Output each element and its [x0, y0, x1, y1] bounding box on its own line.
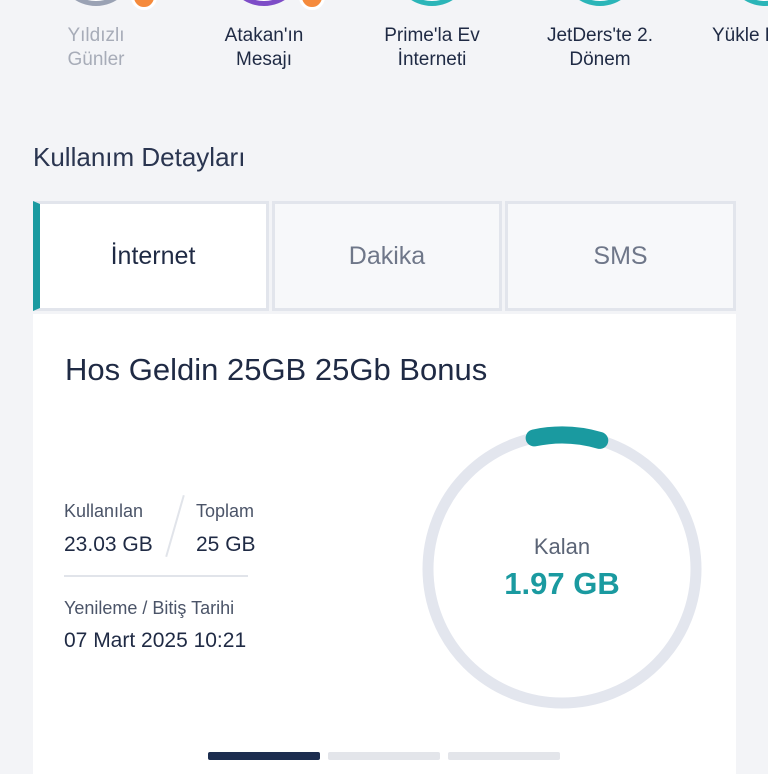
story-label: JetDers'te 2. Dönem	[546, 25, 654, 70]
renewal-label: Yenileme / Bitiş Tarihi	[64, 598, 235, 618]
story-avatar-ring	[561, 0, 639, 6]
remaining-value: 1.97 GB	[504, 566, 620, 601]
tab-internet[interactable]: İnternet	[33, 201, 269, 311]
tab-label: SMS	[593, 241, 648, 270]
story-label: Prime'la Ev İnterneti	[384, 25, 480, 70]
used-label: Kullanılan	[64, 501, 144, 521]
total-label: Toplam	[196, 501, 255, 521]
story-label: Yükle K	[712, 25, 768, 46]
story-avatar-ring	[393, 0, 471, 6]
stories-row: Yıldızlı Günler Atakan'ın Mesajı Prime'l…	[0, 0, 768, 80]
tab-sms[interactable]: SMS	[505, 201, 736, 311]
story-avatar-ring	[225, 0, 303, 6]
usage-tabs: İnternet Dakika SMS	[33, 201, 736, 313]
total-value: 25 GB	[196, 533, 256, 556]
stat-divider	[165, 494, 185, 558]
story-avatar-ring	[57, 0, 135, 6]
renewal-value: 07 Mart 2025 10:21	[64, 629, 247, 652]
story-label: Atakan'ın Mesajı	[224, 25, 304, 70]
tab-dakika[interactable]: Dakika	[272, 201, 502, 311]
usage-details-title: Kullanım Detayları	[33, 142, 246, 172]
story-new-badge-icon	[131, 0, 157, 10]
usage-card: Hos Geldin 25GB 25Gb Bonus Kullanılan 23…	[33, 314, 736, 774]
divider-line	[64, 575, 248, 577]
story-avatar-ring	[726, 0, 768, 6]
tab-label: İnternet	[110, 241, 196, 270]
package-title: Hos Geldin 25GB 25Gb Bonus	[65, 352, 488, 387]
pager-dot[interactable]	[448, 752, 560, 760]
used-value: 23.03 GB	[64, 533, 153, 556]
tab-label: Dakika	[348, 241, 426, 270]
story-label: Yıldızlı Günler	[67, 25, 125, 70]
pager-dot[interactable]	[328, 752, 440, 760]
story-new-badge-icon	[299, 0, 325, 10]
pager-dot[interactable]	[208, 752, 320, 760]
gauge-center: Kalan 1.97 GB	[417, 534, 707, 602]
remaining-label: Kalan	[533, 534, 591, 559]
